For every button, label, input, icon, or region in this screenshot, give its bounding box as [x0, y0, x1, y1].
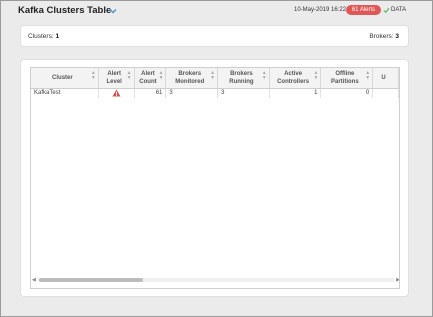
cell-offline-partitions: 0 — [320, 88, 374, 99]
brokers-summary: Brokers: 3 — [369, 33, 399, 40]
scrollbar-thumb[interactable] — [39, 278, 143, 282]
clusters-table: Cluster ▲ ▼ Alert Level ▲ ▼ Alert Count ▲ ▼ B… — [30, 67, 400, 289]
sort-icon[interactable]: ▲ ▼ — [210, 71, 215, 81]
check-icon — [383, 7, 390, 14]
clusters-summary: Clusters: 1 — [28, 33, 59, 40]
brokers-value: 3 — [395, 33, 399, 40]
cell-active-controllers: 1 — [269, 88, 322, 99]
cell-alert-level — [98, 88, 135, 99]
scroll-right-icon[interactable]: ▶ — [396, 277, 399, 283]
alerts-badge[interactable]: 61 Alerts — [346, 5, 381, 15]
table-header-row: Cluster ▲ ▼ Alert Level ▲ ▼ Alert Count ▲ ▼ B… — [31, 68, 399, 89]
table-card: Cluster ▲ ▼ Alert Level ▲ ▼ Alert Count ▲ ▼ B… — [20, 59, 409, 297]
cell-cluster[interactable]: KafkaTest — [31, 88, 99, 99]
cell-brokers-monitored: 3 — [165, 88, 219, 99]
column-header-brokers-monitored[interactable]: Brokers Monitored ▲ ▼ — [165, 68, 219, 89]
column-header-alert-level[interactable]: Alert Level ▲ ▼ — [98, 68, 135, 89]
column-header-offline-partitions[interactable]: Offline Partitions ▲ ▼ — [320, 68, 374, 89]
warning-triangle-icon — [112, 88, 121, 97]
cell-alert-count: 61 — [134, 88, 167, 99]
clusters-value: 1 — [55, 33, 60, 40]
horizontal-scrollbar[interactable]: ◀ ▶ — [32, 277, 399, 283]
data-status-label: DATA — [391, 7, 407, 13]
top-bar: Kafka Clusters Table 10-May-2019 16:22 6… — [0, 0, 433, 22]
column-header-alert-count[interactable]: Alert Count ▲ ▼ — [134, 68, 167, 89]
sort-icon[interactable]: ▲ ▼ — [91, 71, 96, 81]
scroll-left-icon[interactable]: ◀ — [32, 277, 36, 283]
sort-icon[interactable]: ▲ ▼ — [365, 71, 370, 81]
sort-icon[interactable]: ▲ ▼ — [158, 71, 163, 81]
brokers-label: Brokers: — [369, 33, 394, 40]
column-header-truncated[interactable]: U — [372, 68, 399, 89]
timestamp: 10-May-2019 16:22 — [294, 7, 347, 13]
column-header-active-controllers[interactable]: Active Controllers ▲ ▼ — [269, 68, 322, 89]
table-row[interactable]: KafkaTest 61 3 3 1 0 — [31, 88, 399, 99]
chevron-down-icon[interactable] — [108, 6, 118, 16]
sort-icon[interactable]: ▲ ▼ — [314, 71, 319, 81]
column-header-brokers-running[interactable]: Brokers Running ▲ ▼ — [217, 68, 270, 89]
cell-truncated — [372, 88, 399, 99]
column-header-cluster[interactable]: Cluster ▲ ▼ — [31, 68, 99, 89]
page-title: Kafka Clusters Table — [18, 5, 112, 16]
sort-icon[interactable]: ▲ ▼ — [262, 71, 267, 81]
sort-icon[interactable]: ▲ ▼ — [127, 71, 132, 81]
clusters-label: Clusters: — [28, 33, 54, 40]
cell-brokers-running: 3 — [217, 88, 270, 99]
summary-card: Clusters: 1 Brokers: 3 — [20, 25, 409, 47]
